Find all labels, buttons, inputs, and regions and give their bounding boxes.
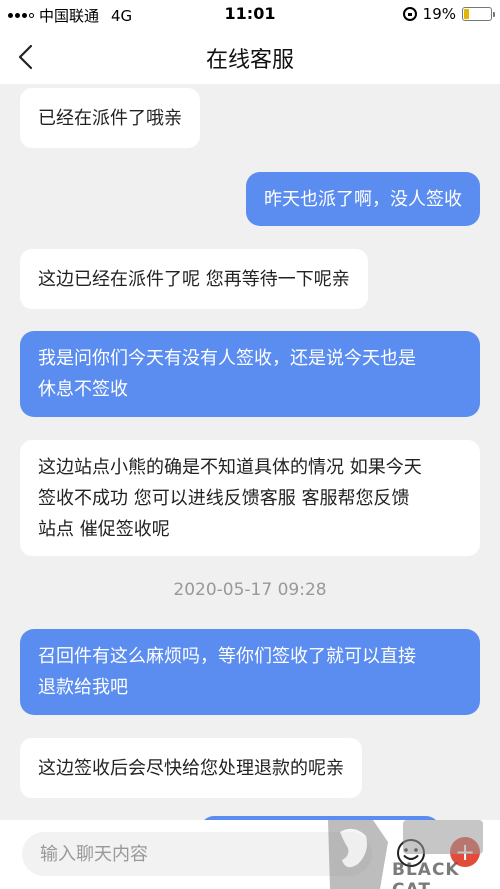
battery-percent: 19% — [422, 5, 456, 23]
message-bubble-agent: 这边站点小熊的确是不知道具体的情况 如果今天 签收不成功 您可以进线反馈客服 客… — [20, 440, 480, 556]
battery-icon — [462, 7, 495, 21]
chat-input[interactable] — [22, 832, 372, 876]
rotation-lock-icon — [402, 7, 417, 21]
nav-bar: 在线客服 — [0, 30, 500, 84]
message-text: 这边签收后会尽快给您处理退款的呢亲 — [38, 757, 344, 779]
message-bubble-agent: 这边签收后会尽快给您处理退款的呢亲 — [20, 738, 362, 798]
battery-fill — [464, 9, 469, 19]
message-bubble-agent: 这边已经在派件了呢 您再等待一下呢亲 — [20, 249, 368, 309]
message-bubble-user: 召回件有这么麻烦吗，等你们签收了就可以直接 退款给我吧 — [20, 629, 480, 715]
message-timestamp: 2020-05-17 09:28 — [173, 580, 327, 600]
message-line: 签收不成功 您可以进线反馈客服 客服帮您反馈 — [38, 488, 410, 509]
message-text: 昨天也派了啊，没人签收 — [264, 188, 462, 210]
message-text: 已经在派件了哦亲 — [38, 107, 182, 129]
status-right: 19% — [402, 5, 495, 23]
message-line: 我是问你们今天有没有人签收，还是说今天也是 — [38, 348, 416, 369]
message-line: 退款给我吧 — [38, 677, 128, 698]
status-bar: 中国联通 4G 11:01 19% — [0, 0, 500, 30]
message-line: 站点 催促签收呢 — [38, 519, 170, 540]
message-bubble-agent: 已经在派件了哦亲 — [20, 88, 200, 148]
message-line: 这边站点小熊的确是不知道具体的情况 如果今天 — [38, 457, 422, 478]
page-title: 在线客服 — [205, 48, 294, 73]
message-bubble-user: 我是问你们今天有没有人签收，还是说今天也是 休息不签收 — [20, 331, 480, 417]
message-bubble-user: 昨天也派了啊，没人签收 — [246, 172, 480, 226]
message-line: 休息不签收 — [38, 379, 128, 400]
chat-list[interactable]: 已经在派件了哦亲 昨天也派了啊，没人签收 这边已经在派件了呢 您再等待一下呢亲 … — [0, 84, 500, 820]
message-line: 召回件有这么麻烦吗，等你们签收了就可以直接 — [38, 646, 416, 667]
message-text: 这边已经在派件了呢 您再等待一下呢亲 — [38, 268, 350, 290]
watermark-text: BLACK CAT — [392, 860, 460, 889]
